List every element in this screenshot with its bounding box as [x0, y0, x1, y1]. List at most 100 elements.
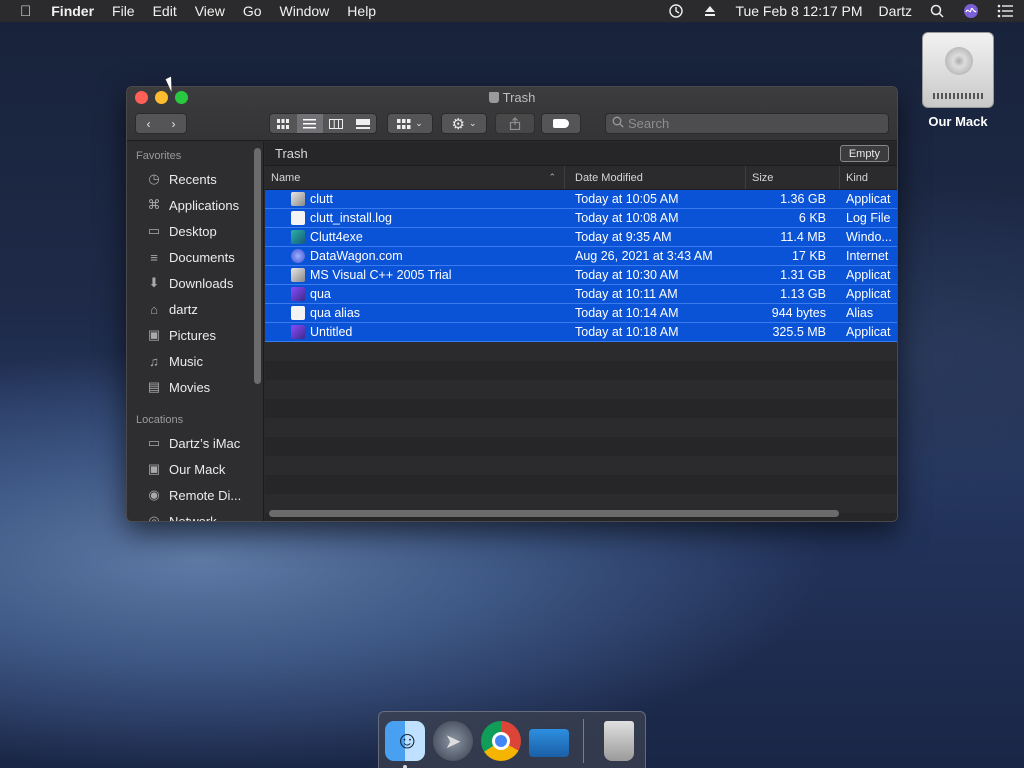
sidebar-item-label: Documents — [169, 249, 235, 265]
menubar-user[interactable]: Dartz — [879, 3, 912, 19]
tags-button[interactable] — [541, 113, 581, 134]
date-modified-cell: Today at 10:11 AM — [575, 287, 678, 301]
window-toolbar: Trash ‹ › ⌄ ⚙ ⌄ — [127, 87, 897, 141]
dock-separator — [583, 719, 584, 763]
column-name-header[interactable]: Name ⌃ — [265, 166, 565, 189]
dock-launchpad-icon[interactable]: ➤ — [433, 721, 473, 761]
icon-view-icon[interactable] — [270, 114, 297, 133]
table-row[interactable]: DataWagon.com Aug 26, 2021 at 3:43 AM 17 K… — [265, 247, 897, 266]
table-row[interactable]: qua Today at 10:11 AM 1.13 GB Applicat — [265, 285, 897, 304]
search-input[interactable] — [628, 116, 868, 131]
dock-trash-icon[interactable] — [604, 721, 634, 761]
camera-icon: ▣ — [147, 327, 161, 342]
sidebar-item-applications[interactable]: ⌘ Applications — [127, 192, 263, 218]
table-row[interactable]: MS Visual C++ 2005 Trial Today at 10:30 A… — [265, 266, 897, 285]
chevron-down-icon: ⌄ — [468, 118, 477, 128]
gallery-view-icon[interactable] — [350, 114, 377, 133]
sidebar-scrollbar[interactable] — [254, 148, 261, 384]
column-date-header[interactable]: Date Modified — [565, 166, 746, 189]
eject-icon[interactable] — [701, 3, 719, 19]
drive-icon: ▣ — [147, 461, 161, 476]
list-view-icon[interactable] — [296, 114, 323, 133]
kind-cell: Log File — [846, 211, 891, 225]
dock-finder-icon[interactable] — [385, 721, 425, 768]
sort-ascending-icon: ⌃ — [548, 172, 556, 182]
sidebar-item-network[interactable]: ◎ Network — [127, 508, 263, 521]
siri-icon[interactable] — [962, 3, 980, 19]
hard-drive-icon[interactable] — [922, 32, 994, 108]
sidebar-item-pictures[interactable]: ▣ Pictures — [127, 322, 263, 348]
file-name-cell: Clutt4exe — [265, 228, 565, 246]
column-header: Name ⌃ Date Modified Size Kind — [265, 166, 897, 190]
sidebar-item-documents[interactable]: ≡ Documents — [127, 244, 263, 270]
tag-icon — [553, 119, 569, 128]
finder-window: Trash ‹ › ⌄ ⚙ ⌄ Search Favorites ◷ Recen… — [126, 86, 898, 522]
menu-go[interactable]: Go — [243, 3, 262, 19]
sidebar-item-recents[interactable]: ◷ Recents — [127, 166, 263, 192]
kind-cell: Applicat — [846, 287, 891, 301]
column-kind-header[interactable]: Kind — [840, 166, 897, 189]
menu-edit[interactable]: Edit — [153, 3, 177, 19]
menu-file[interactable]: File — [112, 3, 135, 19]
table-row[interactable]: qua alias Today at 10:14 AM 944 bytes Alias — [265, 304, 897, 323]
sidebar-item-our-mack[interactable]: ▣ Our Mack — [127, 456, 263, 482]
action-menu-button[interactable]: ⚙ ⌄ — [441, 113, 487, 134]
dock-chrome-icon[interactable] — [481, 721, 521, 761]
sidebar-item-label: Our Mack — [169, 461, 226, 477]
horizontal-scrollbar[interactable] — [269, 510, 839, 517]
folder-title: Trash — [275, 146, 308, 161]
date-modified-cell: Aug 26, 2021 at 3:43 AM — [575, 249, 713, 263]
dock-screen-icon[interactable] — [529, 729, 569, 757]
sidebar-item-label: Recents — [169, 171, 217, 187]
table-row[interactable]: clutt Today at 10:05 AM 1.36 GB Applicat — [265, 190, 897, 209]
date-modified-cell: Today at 10:05 AM — [575, 192, 679, 206]
sidebar-item-desktop[interactable]: ▭ Desktop — [127, 218, 263, 244]
menubar-clock[interactable]: Tue Feb 8 12:17 PM — [735, 3, 862, 19]
sidebar-item-movies[interactable]: ▤ Movies — [127, 374, 263, 400]
size-cell: 1.13 GB — [780, 287, 826, 301]
menu-view[interactable]: View — [195, 3, 225, 19]
group-by-button[interactable]: ⌄ — [387, 113, 433, 134]
imac-icon: ▭ — [147, 435, 161, 450]
share-button[interactable] — [495, 113, 535, 134]
sidebar-item-music[interactable]: ♫ Music — [127, 348, 263, 374]
dock: ➤ — [378, 711, 646, 768]
size-cell: 944 bytes — [771, 306, 826, 320]
search-field[interactable] — [605, 113, 889, 134]
sidebar-item-remote-di[interactable]: ◉ Remote Di... — [127, 482, 263, 508]
menu-app-finder[interactable]: Finder — [51, 3, 94, 19]
size-cell: 6 KB — [798, 211, 826, 225]
sidebar-item-downloads[interactable]: ⬇ Downloads — [127, 270, 263, 296]
sidebar-item-label: Applications — [169, 197, 240, 213]
menu-window[interactable]: Window — [280, 3, 330, 19]
purple-app-icon — [291, 325, 305, 339]
app-icon — [291, 268, 305, 282]
desktop-drive-label: Our Mack — [928, 114, 988, 129]
size-cell: 11.4 MB — [780, 230, 826, 244]
desktop-drive-our-mack[interactable]: Our Mack — [918, 32, 998, 129]
file-name-cell: DataWagon.com — [265, 247, 565, 265]
apple-menu-icon[interactable]:  — [20, 3, 31, 20]
spotlight-search-icon[interactable] — [928, 3, 946, 19]
empty-trash-button[interactable]: Empty — [839, 145, 889, 162]
column-size-header[interactable]: Size — [746, 166, 840, 189]
sidebar-item-dartz[interactable]: ⌂ dartz — [127, 296, 263, 322]
path-header: Trash Empty — [265, 142, 897, 166]
menu-help[interactable]: Help — [347, 3, 376, 19]
table-row[interactable]: Untitled Today at 10:18 AM 325.5 MB Applica… — [265, 323, 897, 342]
forward-button[interactable]: › — [161, 114, 186, 133]
sidebar-item-dartz-s-imac[interactable]: ▭ Dartz’s iMac — [127, 430, 263, 456]
sidebar-item-label: Desktop — [169, 223, 217, 239]
kind-cell: Applicat — [846, 325, 891, 339]
table-row[interactable]: clutt_install.log Today at 10:08 AM 6 KB Lo… — [265, 209, 897, 228]
table-row[interactable]: Clutt4exe Today at 9:35 AM 11.4 MB Windo... — [265, 228, 897, 247]
notification-center-icon[interactable] — [996, 3, 1014, 19]
gear-icon: ⚙ — [451, 115, 465, 133]
back-button[interactable]: ‹ — [136, 114, 161, 133]
trash-icon — [488, 92, 499, 103]
date-modified-cell: Today at 10:30 AM — [575, 268, 679, 282]
time-machine-icon[interactable] — [667, 3, 685, 19]
sidebar-item-label: Dartz’s iMac — [169, 435, 241, 451]
column-view-icon[interactable] — [323, 114, 350, 133]
clock-icon: ◷ — [148, 171, 160, 186]
